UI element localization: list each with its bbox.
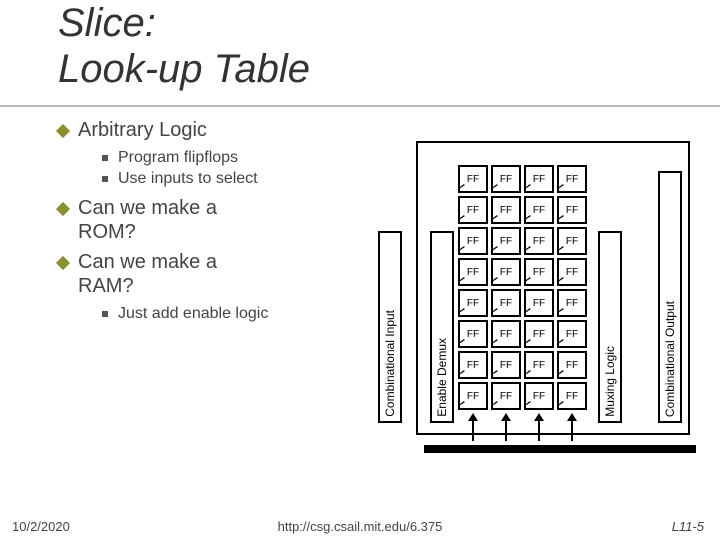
flipflop-cell: FF: [557, 351, 587, 379]
flipflop-cell: FF: [458, 382, 488, 410]
diamond-icon: [56, 124, 70, 138]
flipflop-cell: FF: [524, 351, 554, 379]
square-icon: [102, 155, 108, 161]
flipflop-cell: FF: [557, 289, 587, 317]
bullet-rom: Can we make a ROM?: [58, 196, 388, 244]
sub-text: Program flipflops: [118, 149, 238, 166]
flipflop-cell: FF: [458, 196, 488, 224]
flipflop-cell: FF: [557, 258, 587, 286]
flipflop-cell: FF: [491, 227, 521, 255]
flipflop-cell: FF: [557, 227, 587, 255]
flipflop-cell: FF: [557, 196, 587, 224]
footer-page: L11-5: [672, 519, 704, 534]
bullet-text-l1: Can we make a: [78, 251, 217, 273]
subbullet-just-add-enable: Just add enable logic: [102, 304, 388, 323]
flipflop-grid: FFFFFFFFFFFFFFFFFFFFFFFFFFFFFFFFFFFFFFFF…: [458, 165, 590, 417]
flipflop-cell: FF: [524, 165, 554, 193]
sub-text: Use inputs to select: [118, 170, 258, 187]
clock-stem: [557, 415, 587, 441]
combinational-output-label: Combinational Output: [663, 297, 677, 421]
combinational-input-label: Combinational Input: [383, 306, 397, 421]
slide-title: Slice: Look-up Table: [58, 0, 310, 92]
flipflop-cell: FF: [491, 382, 521, 410]
flipflop-cell: FF: [458, 289, 488, 317]
flipflop-cell: FF: [524, 289, 554, 317]
subbullet-use-inputs: Use inputs to select: [102, 169, 388, 188]
flipflop-cell: FF: [491, 165, 521, 193]
flipflop-cell: FF: [524, 382, 554, 410]
title-rule: [0, 105, 720, 107]
flipflop-cell: FF: [491, 320, 521, 348]
flipflop-cell: FF: [458, 227, 488, 255]
flipflop-cell: FF: [557, 320, 587, 348]
sub-text: Just add enable logic: [118, 305, 268, 322]
enable-demux-box: Enable Demux: [430, 231, 454, 423]
bullet-text-l1: Can we make a: [78, 197, 217, 219]
square-icon: [102, 176, 108, 182]
flipflop-cell: FF: [491, 351, 521, 379]
flipflop-cell: FF: [491, 196, 521, 224]
clock-stems: [458, 415, 590, 441]
flipflop-cell: FF: [524, 196, 554, 224]
bullet-text: Arbitrary Logic: [78, 119, 207, 141]
footer-url: http://csg.csail.mit.edu/6.375: [0, 519, 720, 534]
diamond-icon: [56, 256, 70, 270]
bullet-list: Arbitrary Logic Program flipflops Use in…: [58, 118, 388, 326]
clock-stem: [491, 415, 521, 441]
flipflop-cell: FF: [557, 382, 587, 410]
bullet-arbitrary-logic: Arbitrary Logic: [58, 118, 388, 142]
enable-demux-label: Enable Demux: [435, 334, 449, 421]
flipflop-cell: FF: [491, 289, 521, 317]
muxing-logic-box: Muxing Logic: [598, 231, 622, 423]
subbullet-program-flipflops: Program flipflops: [102, 148, 388, 167]
lookup-table-diagram: Combinational Input Enable Demux Muxing …: [370, 145, 690, 465]
flipflop-cell: FF: [458, 320, 488, 348]
square-icon: [102, 311, 108, 317]
combinational-output-box: Combinational Output: [658, 171, 682, 423]
title-line-2: Look-up Table: [58, 47, 310, 91]
bullet-text-l2: ROM?: [78, 221, 136, 243]
title-line-1: Slice:: [58, 1, 156, 45]
slide: Slice: Look-up Table Arbitrary Logic Pro…: [0, 0, 720, 540]
flipflop-cell: FF: [524, 258, 554, 286]
flipflop-cell: FF: [524, 227, 554, 255]
combinational-input-box: Combinational Input: [378, 231, 402, 423]
flipflop-cell: FF: [557, 165, 587, 193]
flipflop-cell: FF: [524, 320, 554, 348]
flipflop-cell: FF: [458, 258, 488, 286]
clock-stem: [524, 415, 554, 441]
bullet-ram: Can we make a RAM?: [58, 250, 388, 298]
clock-stem: [458, 415, 488, 441]
bullet-text-l2: RAM?: [78, 275, 134, 297]
diamond-icon: [56, 202, 70, 216]
flipflop-cell: FF: [458, 165, 488, 193]
clock-bus: [424, 445, 696, 453]
flipflop-cell: FF: [491, 258, 521, 286]
flipflop-cell: FF: [458, 351, 488, 379]
muxing-logic-label: Muxing Logic: [603, 342, 617, 421]
